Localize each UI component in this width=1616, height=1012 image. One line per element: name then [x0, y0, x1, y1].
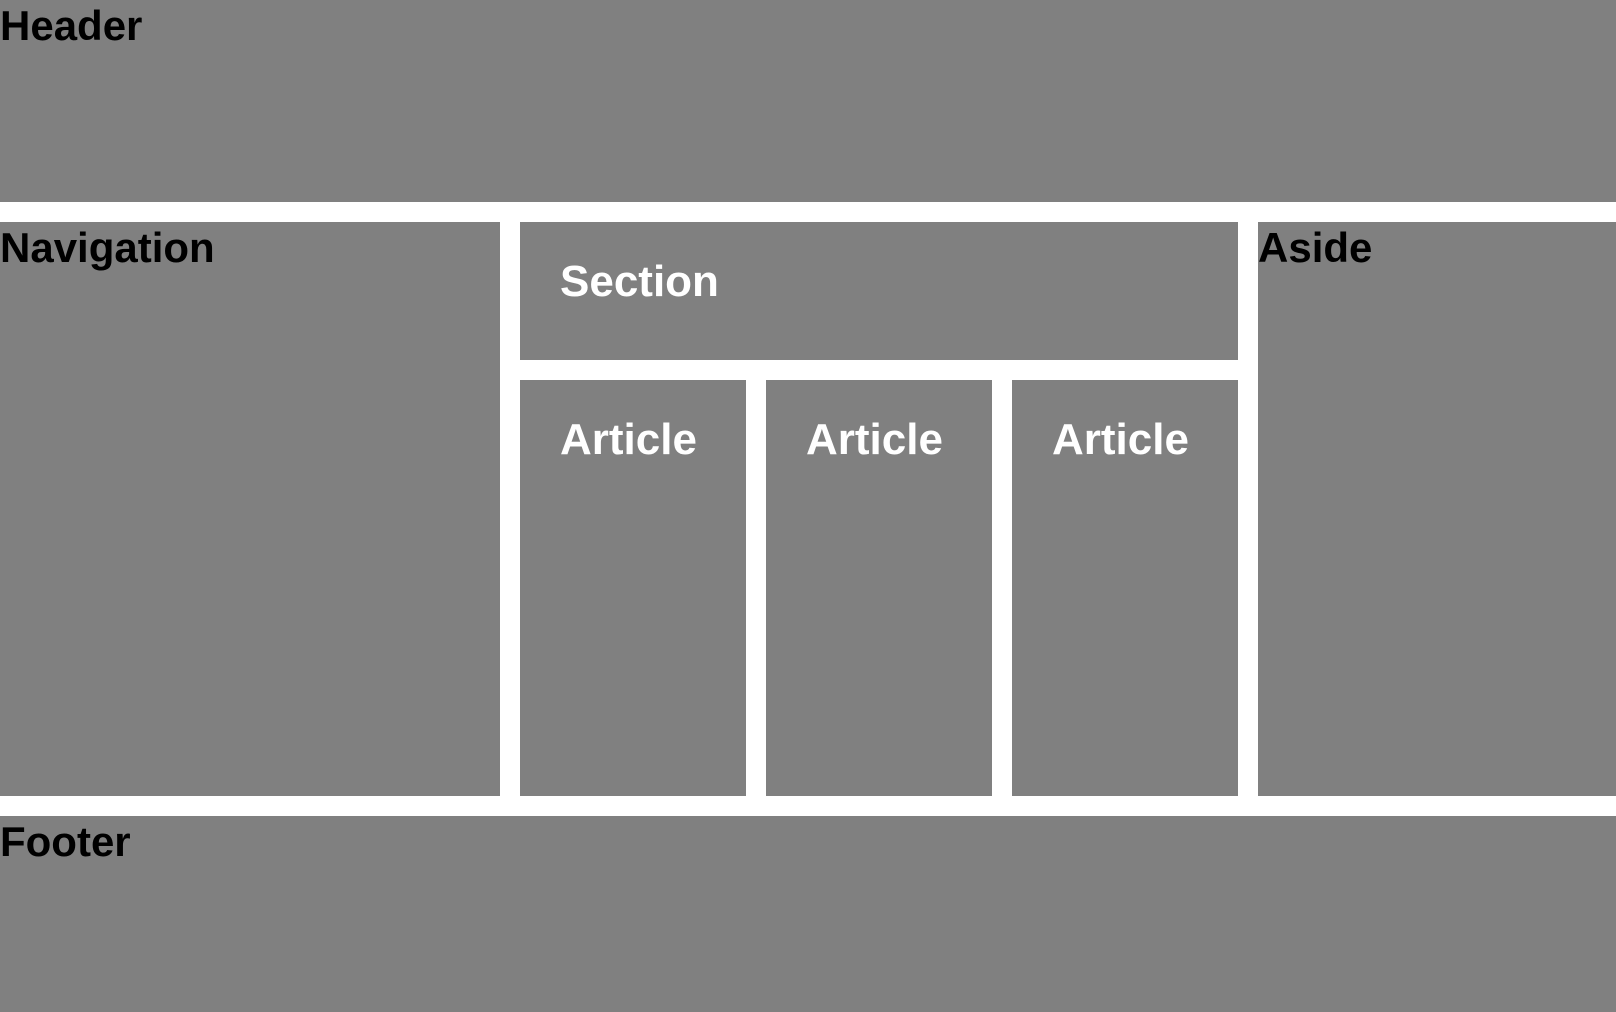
header-label: Header: [0, 2, 143, 49]
article-block: Article: [1012, 380, 1238, 796]
article-label: Article: [1052, 415, 1189, 464]
section-block: Section: [520, 222, 1238, 360]
article-label: Article: [806, 415, 943, 464]
footer-label: Footer: [0, 818, 131, 865]
aside-label: Aside: [1258, 224, 1373, 271]
section-label: Section: [560, 257, 719, 306]
header-block: Header: [0, 0, 1616, 202]
article-label: Article: [560, 415, 697, 464]
article-block: Article: [520, 380, 746, 796]
navigation-label: Navigation: [0, 224, 215, 271]
aside-block: Aside: [1258, 222, 1616, 796]
footer-block: Footer: [0, 816, 1616, 1012]
navigation-block: Navigation: [0, 222, 500, 796]
article-block: Article: [766, 380, 992, 796]
